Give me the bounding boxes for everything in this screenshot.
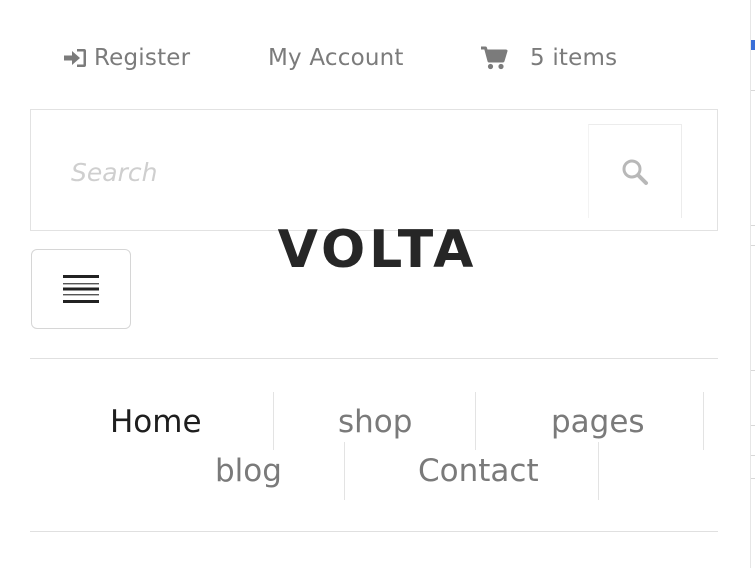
window-edge-tick	[751, 425, 755, 426]
nav-top-divider	[30, 358, 718, 359]
menu-toggle-button[interactable]	[31, 249, 131, 329]
nav-separator	[703, 392, 704, 450]
cart-count-label: 5 items	[530, 45, 618, 71]
shopping-cart-icon	[480, 45, 508, 71]
my-account-link[interactable]: My Account	[268, 45, 480, 71]
search-box	[30, 109, 718, 231]
register-label: Register	[94, 45, 191, 71]
nav-separator	[273, 392, 274, 450]
window-edge	[750, 0, 755, 568]
nav-separator	[598, 442, 599, 500]
top-links: Register My Account 5 items	[62, 40, 617, 76]
cart-link[interactable]: 5 items	[480, 45, 617, 71]
register-link[interactable]: Register	[62, 45, 268, 71]
nav-item-blog[interactable]: blog	[215, 451, 282, 491]
page: Register My Account 5 items Search VOLTA…	[0, 0, 755, 568]
my-account-label: My Account	[268, 45, 404, 71]
sign-in-icon	[62, 46, 88, 70]
hamburger-icon	[61, 272, 101, 306]
magnifier-icon	[620, 157, 650, 187]
window-edge-tick	[751, 478, 755, 479]
nav-separator	[344, 442, 345, 500]
window-edge-tick	[751, 90, 755, 91]
window-edge-marker	[751, 40, 755, 50]
window-edge-tick	[751, 370, 755, 371]
nav-item-pages[interactable]: pages	[551, 402, 645, 442]
nav-bottom-divider	[30, 531, 718, 532]
window-edge-tick	[751, 455, 755, 456]
nav-separator	[475, 392, 476, 450]
search-input[interactable]	[55, 150, 575, 194]
nav-item-home[interactable]: Home	[110, 402, 202, 442]
nav-item-shop[interactable]: shop	[338, 402, 412, 442]
search-button[interactable]	[588, 124, 682, 218]
nav-item-contact[interactable]: Contact	[418, 451, 539, 491]
